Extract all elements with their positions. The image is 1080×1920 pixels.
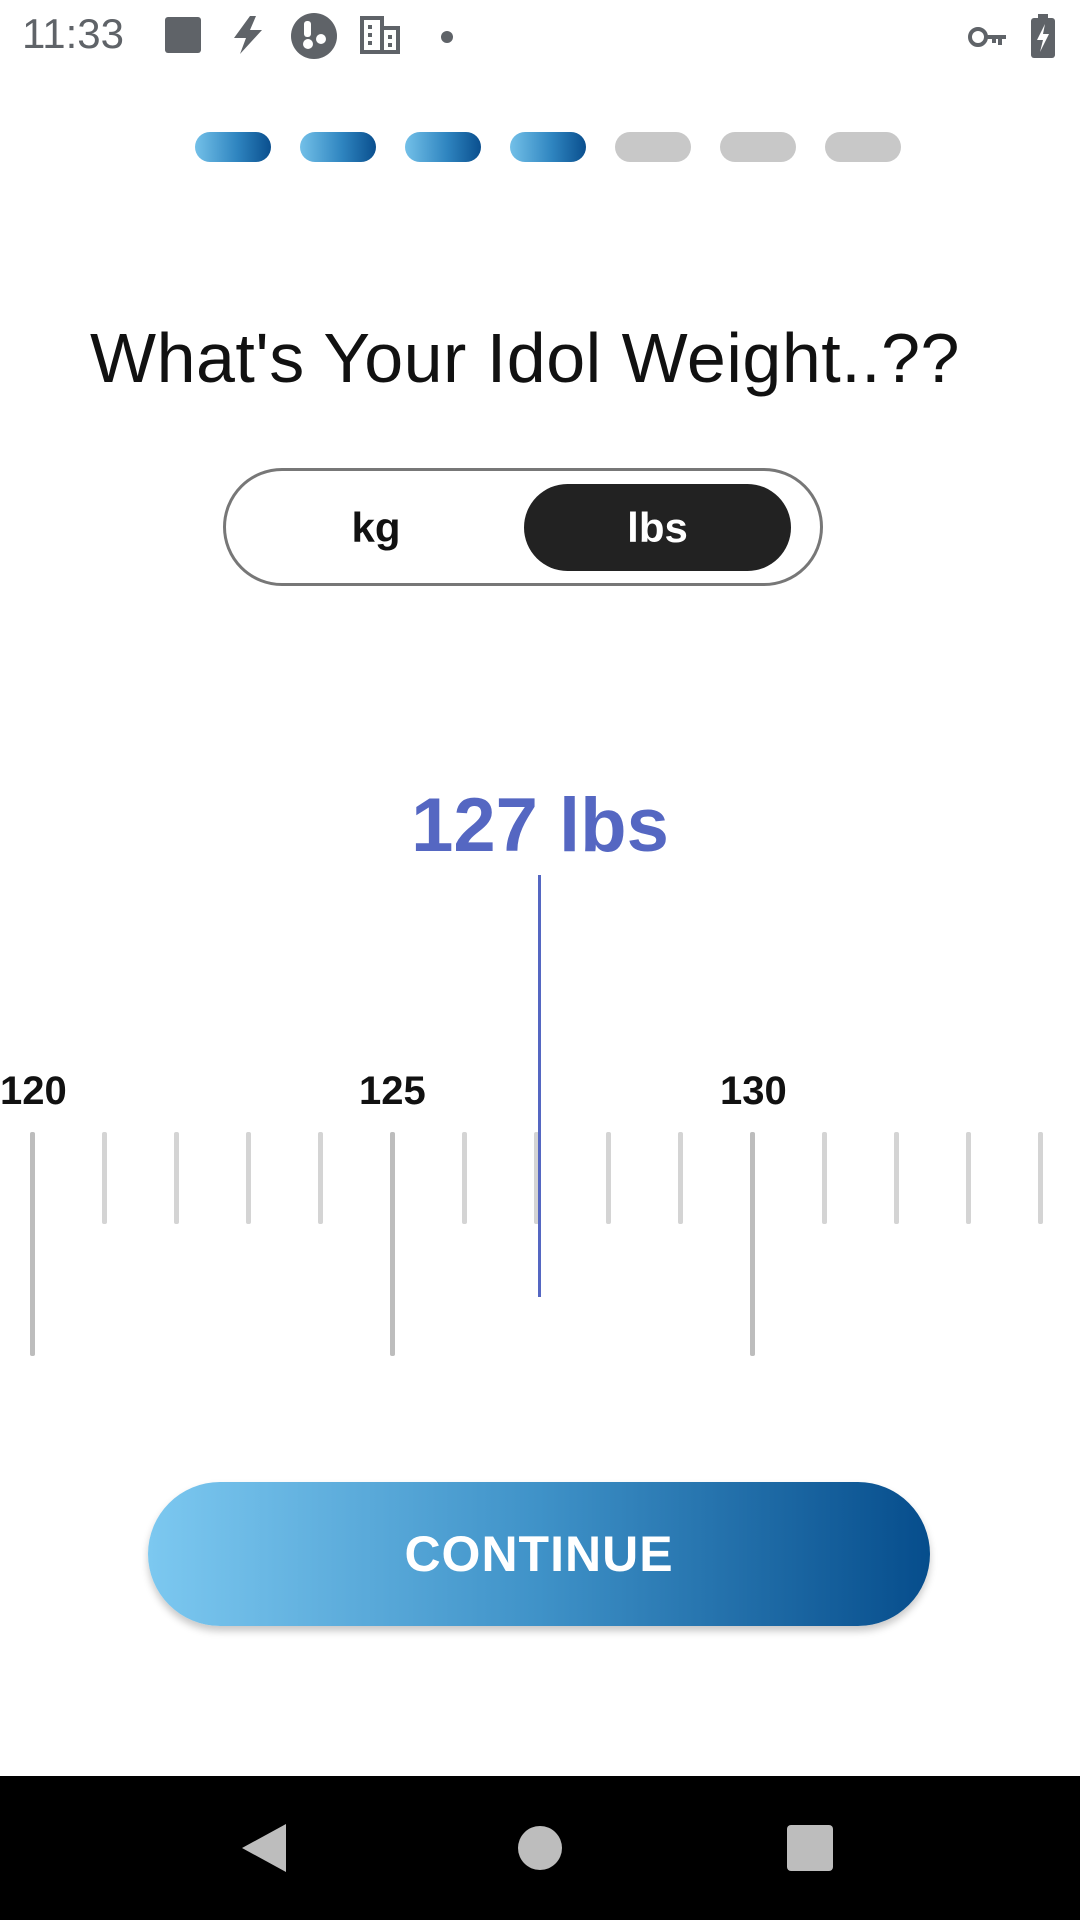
progress-step-3 (405, 132, 481, 162)
unit-toggle: kg lbs (223, 468, 823, 586)
ruler-tick-128 (606, 1132, 611, 1224)
home-button[interactable] (470, 1776, 610, 1920)
status-time: 11:33 (22, 10, 124, 57)
progress-step-4 (510, 132, 586, 162)
home-circle-icon (470, 1826, 610, 1920)
recents-square-icon (740, 1825, 880, 1920)
ruler-tick-122 (174, 1132, 179, 1224)
progress-step-7 (825, 132, 901, 162)
ruler-tick-124 (318, 1132, 323, 1224)
back-button[interactable] (196, 1776, 336, 1920)
progress-indicator (195, 132, 903, 162)
navigation-bar (0, 1776, 1080, 1920)
building-icon (360, 16, 400, 59)
unit-option-lbs[interactable]: lbs (524, 484, 791, 571)
stop-square-icon (164, 16, 202, 59)
progress-step-5 (615, 132, 691, 162)
progress-step-6 (720, 132, 796, 162)
key-icon (968, 24, 1008, 55)
ruler-tick-134 (1038, 1132, 1043, 1224)
continue-button[interactable]: CONTINUE (148, 1482, 930, 1626)
ruler-indicator-line (538, 875, 541, 1297)
battery-charging-icon (1030, 14, 1056, 63)
ruler-tick-129 (678, 1132, 683, 1224)
flash-icon (228, 14, 268, 61)
weight-readout: 127 lbs (411, 783, 669, 868)
app-logo-icon (290, 12, 338, 65)
ruler-label-130: 130 (720, 1069, 787, 1113)
screen: 11:33 What's Your Idol Weight..?? kg lbs… (0, 0, 1080, 1920)
ruler-tick-132 (894, 1132, 899, 1224)
dot-icon (440, 30, 454, 49)
unit-option-kg[interactable]: kg (226, 484, 526, 571)
ruler-tick-131 (822, 1132, 827, 1224)
ruler-tick-130 (750, 1132, 755, 1356)
page-title: What's Your Idol Weight..?? (90, 319, 960, 397)
ruler-tick-125 (390, 1132, 395, 1356)
ruler-tick-121 (102, 1132, 107, 1224)
ruler-tick-120 (30, 1132, 35, 1356)
ruler-tick-123 (246, 1132, 251, 1224)
progress-step-1 (195, 132, 271, 162)
ruler-label-125: 125 (359, 1069, 426, 1113)
back-triangle-icon (196, 1824, 336, 1920)
ruler-tick-126 (462, 1132, 467, 1224)
ruler-label-120: 120 (0, 1069, 67, 1113)
progress-step-2 (300, 132, 376, 162)
recents-button[interactable] (740, 1776, 880, 1920)
ruler-tick-133 (966, 1132, 971, 1224)
status-bar: 11:33 (0, 0, 1080, 74)
